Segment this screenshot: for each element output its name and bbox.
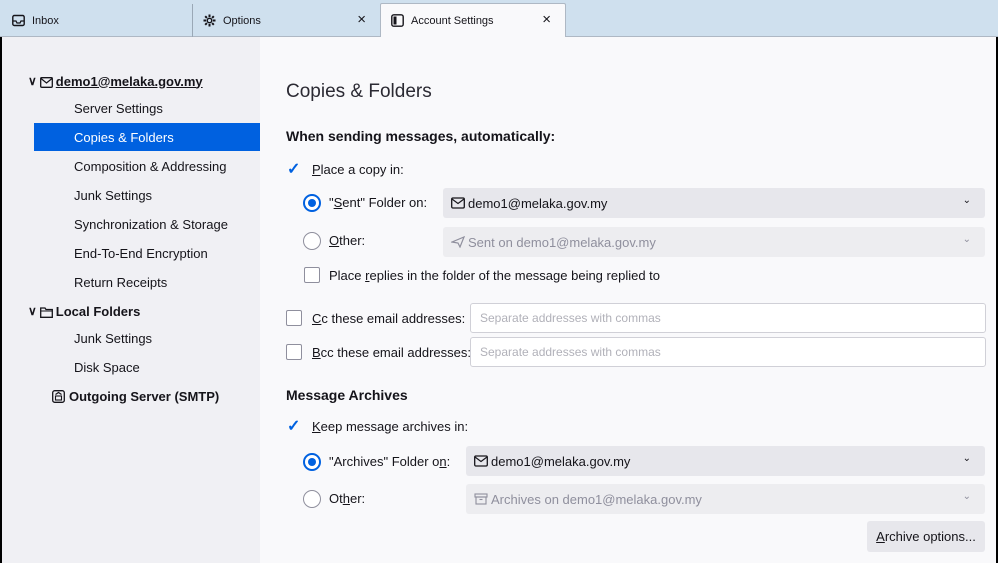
keep-archives-label: Keep message archives in: — [312, 419, 469, 434]
archive-options-button[interactable]: Archive options... — [867, 521, 985, 552]
chevron-down-icon: ⌄ — [962, 195, 971, 206]
close-icon[interactable]: × — [542, 12, 551, 27]
cc-checkbox[interactable] — [286, 310, 302, 326]
page-title: Copies & Folders — [286, 81, 432, 102]
sent-folder-radio[interactable] — [303, 194, 321, 212]
gear-icon — [203, 14, 216, 27]
sidebar-item-return-receipts[interactable]: Return Receipts — [74, 268, 167, 296]
account-tree-sidebar: ∨ demo1@melaka.gov.my Server Settings Co… — [2, 37, 260, 563]
tab-inbox[interactable]: Inbox — [2, 4, 192, 37]
chevron-down-icon: ⌄ — [962, 453, 971, 464]
sidebar-item-server-settings[interactable]: Server Settings — [74, 94, 163, 122]
other-archives-label: Other: — [329, 491, 366, 506]
close-icon[interactable]: × — [357, 12, 366, 27]
sent-folder-value: demo1@melaka.gov.my — [468, 195, 608, 211]
sidebar-item-composition-addressing[interactable]: Composition & Addressing — [74, 152, 226, 180]
tab-options[interactable]: Options × — [192, 4, 380, 37]
other-folder-select[interactable]: Sent on demo1@melaka.gov.my ⌄ — [443, 227, 985, 257]
envelope-icon — [39, 76, 53, 88]
tab-label: Account Settings — [411, 14, 494, 27]
replies-label: Place replies in the folder of the messa… — [329, 268, 661, 283]
account-envelope-icon — [451, 197, 465, 209]
cc-label: Cc these email addresses: — [312, 311, 466, 326]
folder-icon — [39, 306, 53, 318]
replies-checkbox[interactable] — [304, 267, 320, 283]
other-archives-value: Archives on demo1@melaka.gov.my — [491, 491, 702, 507]
archives-folder-radio[interactable] — [303, 453, 321, 471]
outgoing-server-row[interactable]: Outgoing Server (SMTP) — [52, 385, 219, 407]
bcc-label: Bcc these email addresses: — [312, 345, 471, 360]
chevron-down-icon: ⌄ — [962, 491, 971, 502]
sidebar-item-end-to-end-encryption[interactable]: End-To-End Encryption — [74, 239, 208, 267]
archives-folder-label: "Archives" Folder on: — [329, 454, 451, 469]
local-folders-label: Local Folders — [55, 303, 141, 319]
sent-folder-select[interactable]: demo1@melaka.gov.my ⌄ — [443, 188, 985, 218]
tab-label: Inbox — [32, 14, 59, 27]
sidebar-item-junk-settings[interactable]: Junk Settings — [74, 181, 152, 209]
outgoing-server-label: Outgoing Server (SMTP) — [69, 388, 220, 404]
keep-archives-checkbox[interactable] — [286, 416, 302, 436]
chevron-down-icon: ∨ — [28, 304, 37, 318]
account-name: demo1@melaka.gov.my — [55, 73, 203, 89]
sidebar-item-synchronization-storage[interactable]: Synchronization & Storage — [74, 210, 228, 238]
inbox-icon — [12, 14, 25, 27]
bcc-input[interactable]: Separate addresses with commas — [470, 337, 986, 367]
other-archives-select[interactable]: Archives on demo1@melaka.gov.my ⌄ — [466, 484, 985, 514]
other-folder-value: Sent on demo1@melaka.gov.my — [468, 234, 656, 250]
sidebar-item-copies-folders[interactable]: Copies & Folders — [34, 123, 260, 151]
tab-bar: Inbox Options × Account Settings × — [0, 0, 998, 37]
sidebar-item-disk-space[interactable]: Disk Space — [74, 353, 140, 381]
sidebar-item-local-junk-settings[interactable]: Junk Settings — [74, 324, 152, 352]
other-archives-radio[interactable] — [303, 490, 321, 508]
smtp-server-icon — [52, 389, 65, 403]
chevron-down-icon: ⌄ — [962, 234, 971, 245]
settings-pane: Copies & Folders When sending messages, … — [260, 37, 996, 563]
place-copy-label: Place a copy in: — [312, 162, 404, 177]
account-settings-icon — [391, 14, 404, 27]
sent-folder-label: "Sent" Folder on: — [329, 195, 428, 210]
account-envelope-icon — [474, 455, 488, 467]
local-folders-row[interactable]: ∨ Local Folders — [28, 300, 140, 322]
other-folder-radio[interactable] — [303, 232, 321, 250]
archive-box-icon — [474, 493, 488, 505]
bcc-checkbox[interactable] — [286, 344, 302, 360]
archive-options-label: Archive options... — [876, 529, 976, 544]
bcc-placeholder: Separate addresses with commas — [480, 345, 661, 359]
cc-input[interactable]: Separate addresses with commas — [470, 303, 986, 333]
chevron-down-icon: ∨ — [28, 74, 37, 88]
archives-heading: Message Archives — [286, 387, 408, 403]
other-folder-label: Other: — [329, 233, 366, 248]
archives-folder-value: demo1@melaka.gov.my — [491, 453, 631, 469]
sending-heading: When sending messages, automatically: — [286, 128, 556, 144]
place-copy-checkbox[interactable] — [286, 159, 302, 179]
sent-folder-icon — [449, 235, 466, 249]
account-row[interactable]: ∨ demo1@melaka.gov.my — [28, 70, 203, 92]
cc-placeholder: Separate addresses with commas — [480, 311, 661, 325]
archives-folder-select[interactable]: demo1@melaka.gov.my ⌄ — [466, 446, 985, 476]
tab-label: Options — [223, 14, 261, 27]
tab-account-settings[interactable]: Account Settings × — [380, 3, 566, 37]
